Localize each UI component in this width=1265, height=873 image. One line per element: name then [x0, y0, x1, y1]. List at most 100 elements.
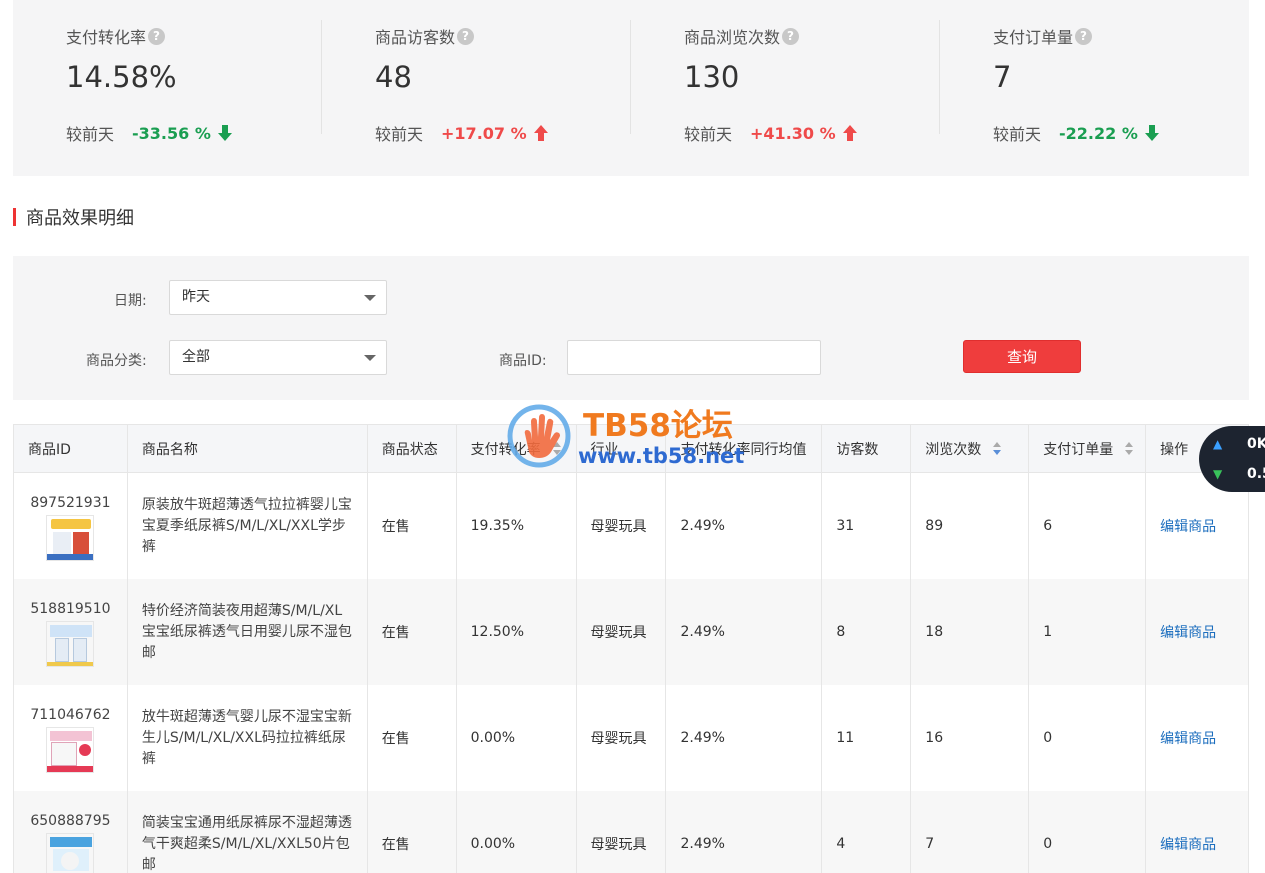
product-name[interactable]: 特价经济简装夜用超薄S/M/L/XL宝宝纸尿裤透气日用婴儿尿不湿包邮 — [142, 601, 356, 664]
edit-product-link[interactable]: 编辑商品 — [1160, 728, 1216, 748]
metric-orders: 支付订单量? 7 较前天 -22.22 % — [940, 0, 1249, 176]
table-row: 711046762 放牛斑超薄透气婴儿尿不湿宝宝新生儿S/M/L/XL/XXL码… — [14, 685, 1250, 791]
upload-speed: 0K — [1247, 436, 1265, 452]
metric-label: 商品访客数 — [375, 28, 456, 47]
arrow-down-icon — [217, 125, 232, 141]
header-status: 商品状态 — [367, 425, 457, 473]
product-thumbnail[interactable] — [46, 515, 95, 561]
metric-visitors: 商品访客数? 48 较前天 +17.07 % — [322, 0, 631, 176]
help-icon[interactable]: ? — [148, 27, 166, 45]
header-orders[interactable]: 支付订单量 — [1029, 425, 1147, 473]
arrow-down-icon — [1144, 125, 1159, 141]
header-product-name: 商品名称 — [127, 425, 368, 473]
compare-label: 较前天 — [684, 125, 733, 144]
views-cell: 16 — [911, 685, 1030, 791]
delta-value: -33.56 % — [132, 123, 211, 143]
product-name[interactable]: 原装放牛斑超薄透气拉拉裤婴儿宝宝夏季纸尿裤S/M/L/XL/XXL学步裤 — [142, 495, 356, 558]
page: 支付转化率? 14.58% 较前天 -33.56 % 商品访客数? 48 较前天… — [0, 0, 1265, 873]
download-arrow-icon: ▼ — [1213, 467, 1223, 481]
views-cell: 89 — [911, 473, 1030, 579]
metric-label: 商品浏览次数 — [684, 28, 781, 47]
title-accent-bar — [13, 208, 16, 226]
chevron-down-icon — [364, 355, 376, 361]
orders-cell: 0 — [1029, 685, 1147, 791]
product-id: 518819510 — [30, 601, 111, 617]
product-id-input[interactable] — [567, 340, 821, 375]
table-row: 518819510 特价经济简装夜用超薄S/M/L/XL宝宝纸尿裤透气日用婴儿尿… — [14, 579, 1250, 685]
metric-value: 7 — [993, 60, 1012, 94]
help-icon[interactable]: ? — [1075, 27, 1093, 45]
help-icon[interactable]: ? — [457, 27, 475, 45]
product-thumbnail[interactable] — [46, 621, 95, 667]
industry-cell: 母婴玩具 — [577, 473, 667, 579]
visitors-cell: 8 — [822, 579, 912, 685]
product-thumbnail[interactable] — [46, 833, 95, 873]
section-title-text: 商品效果明细 — [26, 208, 134, 229]
visitors-cell: 11 — [822, 685, 912, 791]
delta-value: +17.07 % — [441, 123, 527, 143]
table-header: 商品ID 商品名称 商品状态 支付转化率 行业 支付转化率同行均值 访客数 浏览… — [14, 425, 1250, 473]
edit-product-link[interactable]: 编辑商品 — [1160, 622, 1216, 642]
product-name[interactable]: 简装宝宝通用纸尿裤尿不湿超薄透气干爽超柔S/M/L/XL/XXL50片包邮 — [142, 813, 356, 873]
delta-value: -22.22 % — [1059, 123, 1138, 143]
product-thumbnail[interactable] — [46, 727, 95, 773]
upload-arrow-icon: ▲ — [1213, 437, 1223, 451]
product-name[interactable]: 放牛斑超薄透气婴儿尿不湿宝宝新生儿S/M/L/XL/XXL码拉拉裤纸尿裤 — [142, 707, 356, 770]
edit-product-link[interactable]: 编辑商品 — [1160, 516, 1216, 536]
sort-icon[interactable] — [993, 442, 1002, 455]
category-select-value: 全部 — [182, 349, 210, 365]
arrow-up-icon — [842, 125, 857, 141]
product-id-label: 商品ID: — [499, 353, 547, 369]
header-industry-avg: 支付转化率同行均值 — [666, 425, 823, 473]
chevron-down-icon — [364, 295, 376, 301]
metric-value: 48 — [375, 60, 412, 94]
section-title: 商品效果明细 — [13, 205, 134, 229]
industry-avg-cell: 2.49% — [666, 685, 823, 791]
product-id: 711046762 — [30, 707, 111, 723]
views-cell: 18 — [911, 579, 1030, 685]
filter-panel: 日期: 昨天 商品分类: 全部 商品ID: 查询 — [13, 256, 1249, 400]
industry-cell: 母婴玩具 — [577, 579, 667, 685]
header-product-id: 商品ID — [14, 425, 128, 473]
conversion-cell: 12.50% — [457, 579, 577, 685]
industry-avg-cell: 2.49% — [666, 791, 823, 873]
help-icon[interactable]: ? — [782, 27, 800, 45]
visitors-cell: 31 — [822, 473, 912, 579]
orders-cell: 1 — [1029, 579, 1147, 685]
industry-cell: 母婴玩具 — [577, 685, 667, 791]
category-label: 商品分类: — [86, 353, 147, 369]
sort-icon[interactable] — [552, 442, 561, 455]
product-table: 商品ID 商品名称 商品状态 支付转化率 行业 支付转化率同行均值 访客数 浏览… — [13, 424, 1250, 873]
edit-product-link[interactable]: 编辑商品 — [1160, 834, 1216, 854]
metric-label: 支付订单量 — [993, 28, 1074, 47]
conversion-cell: 0.00% — [457, 685, 577, 791]
arrow-up-icon — [533, 125, 548, 141]
visitors-cell: 4 — [822, 791, 912, 873]
query-button[interactable]: 查询 — [963, 340, 1081, 373]
date-select-value: 昨天 — [182, 289, 210, 305]
header-industry: 行业 — [576, 425, 667, 473]
header-views[interactable]: 浏览次数 — [911, 425, 1030, 473]
sort-icon[interactable] — [1125, 442, 1134, 455]
metric-conversion: 支付转化率? 14.58% 较前天 -33.56 % — [13, 0, 322, 176]
header-conversion[interactable]: 支付转化率 — [456, 425, 577, 473]
delta-value: +41.30 % — [750, 123, 836, 143]
orders-cell: 6 — [1029, 473, 1147, 579]
network-speed-widget[interactable]: ▲ 0K ▼ 0.5K — [1199, 426, 1265, 492]
status-cell: 在售 — [368, 473, 457, 579]
compare-label: 较前天 — [993, 125, 1042, 144]
metrics-panel: 支付转化率? 14.58% 较前天 -33.56 % 商品访客数? 48 较前天… — [13, 0, 1249, 176]
download-speed: 0.5K — [1247, 466, 1265, 482]
category-select[interactable]: 全部 — [169, 340, 387, 375]
conversion-cell: 19.35% — [457, 473, 577, 579]
metric-views: 商品浏览次数? 130 较前天 +41.30 % — [631, 0, 940, 176]
industry-avg-cell: 2.49% — [666, 473, 823, 579]
metric-value: 130 — [684, 60, 740, 94]
orders-cell: 0 — [1029, 791, 1147, 873]
status-cell: 在售 — [368, 685, 457, 791]
date-label: 日期: — [114, 293, 147, 309]
industry-cell: 母婴玩具 — [577, 791, 667, 873]
date-select[interactable]: 昨天 — [169, 280, 387, 315]
status-cell: 在售 — [368, 791, 457, 873]
compare-label: 较前天 — [66, 125, 115, 144]
